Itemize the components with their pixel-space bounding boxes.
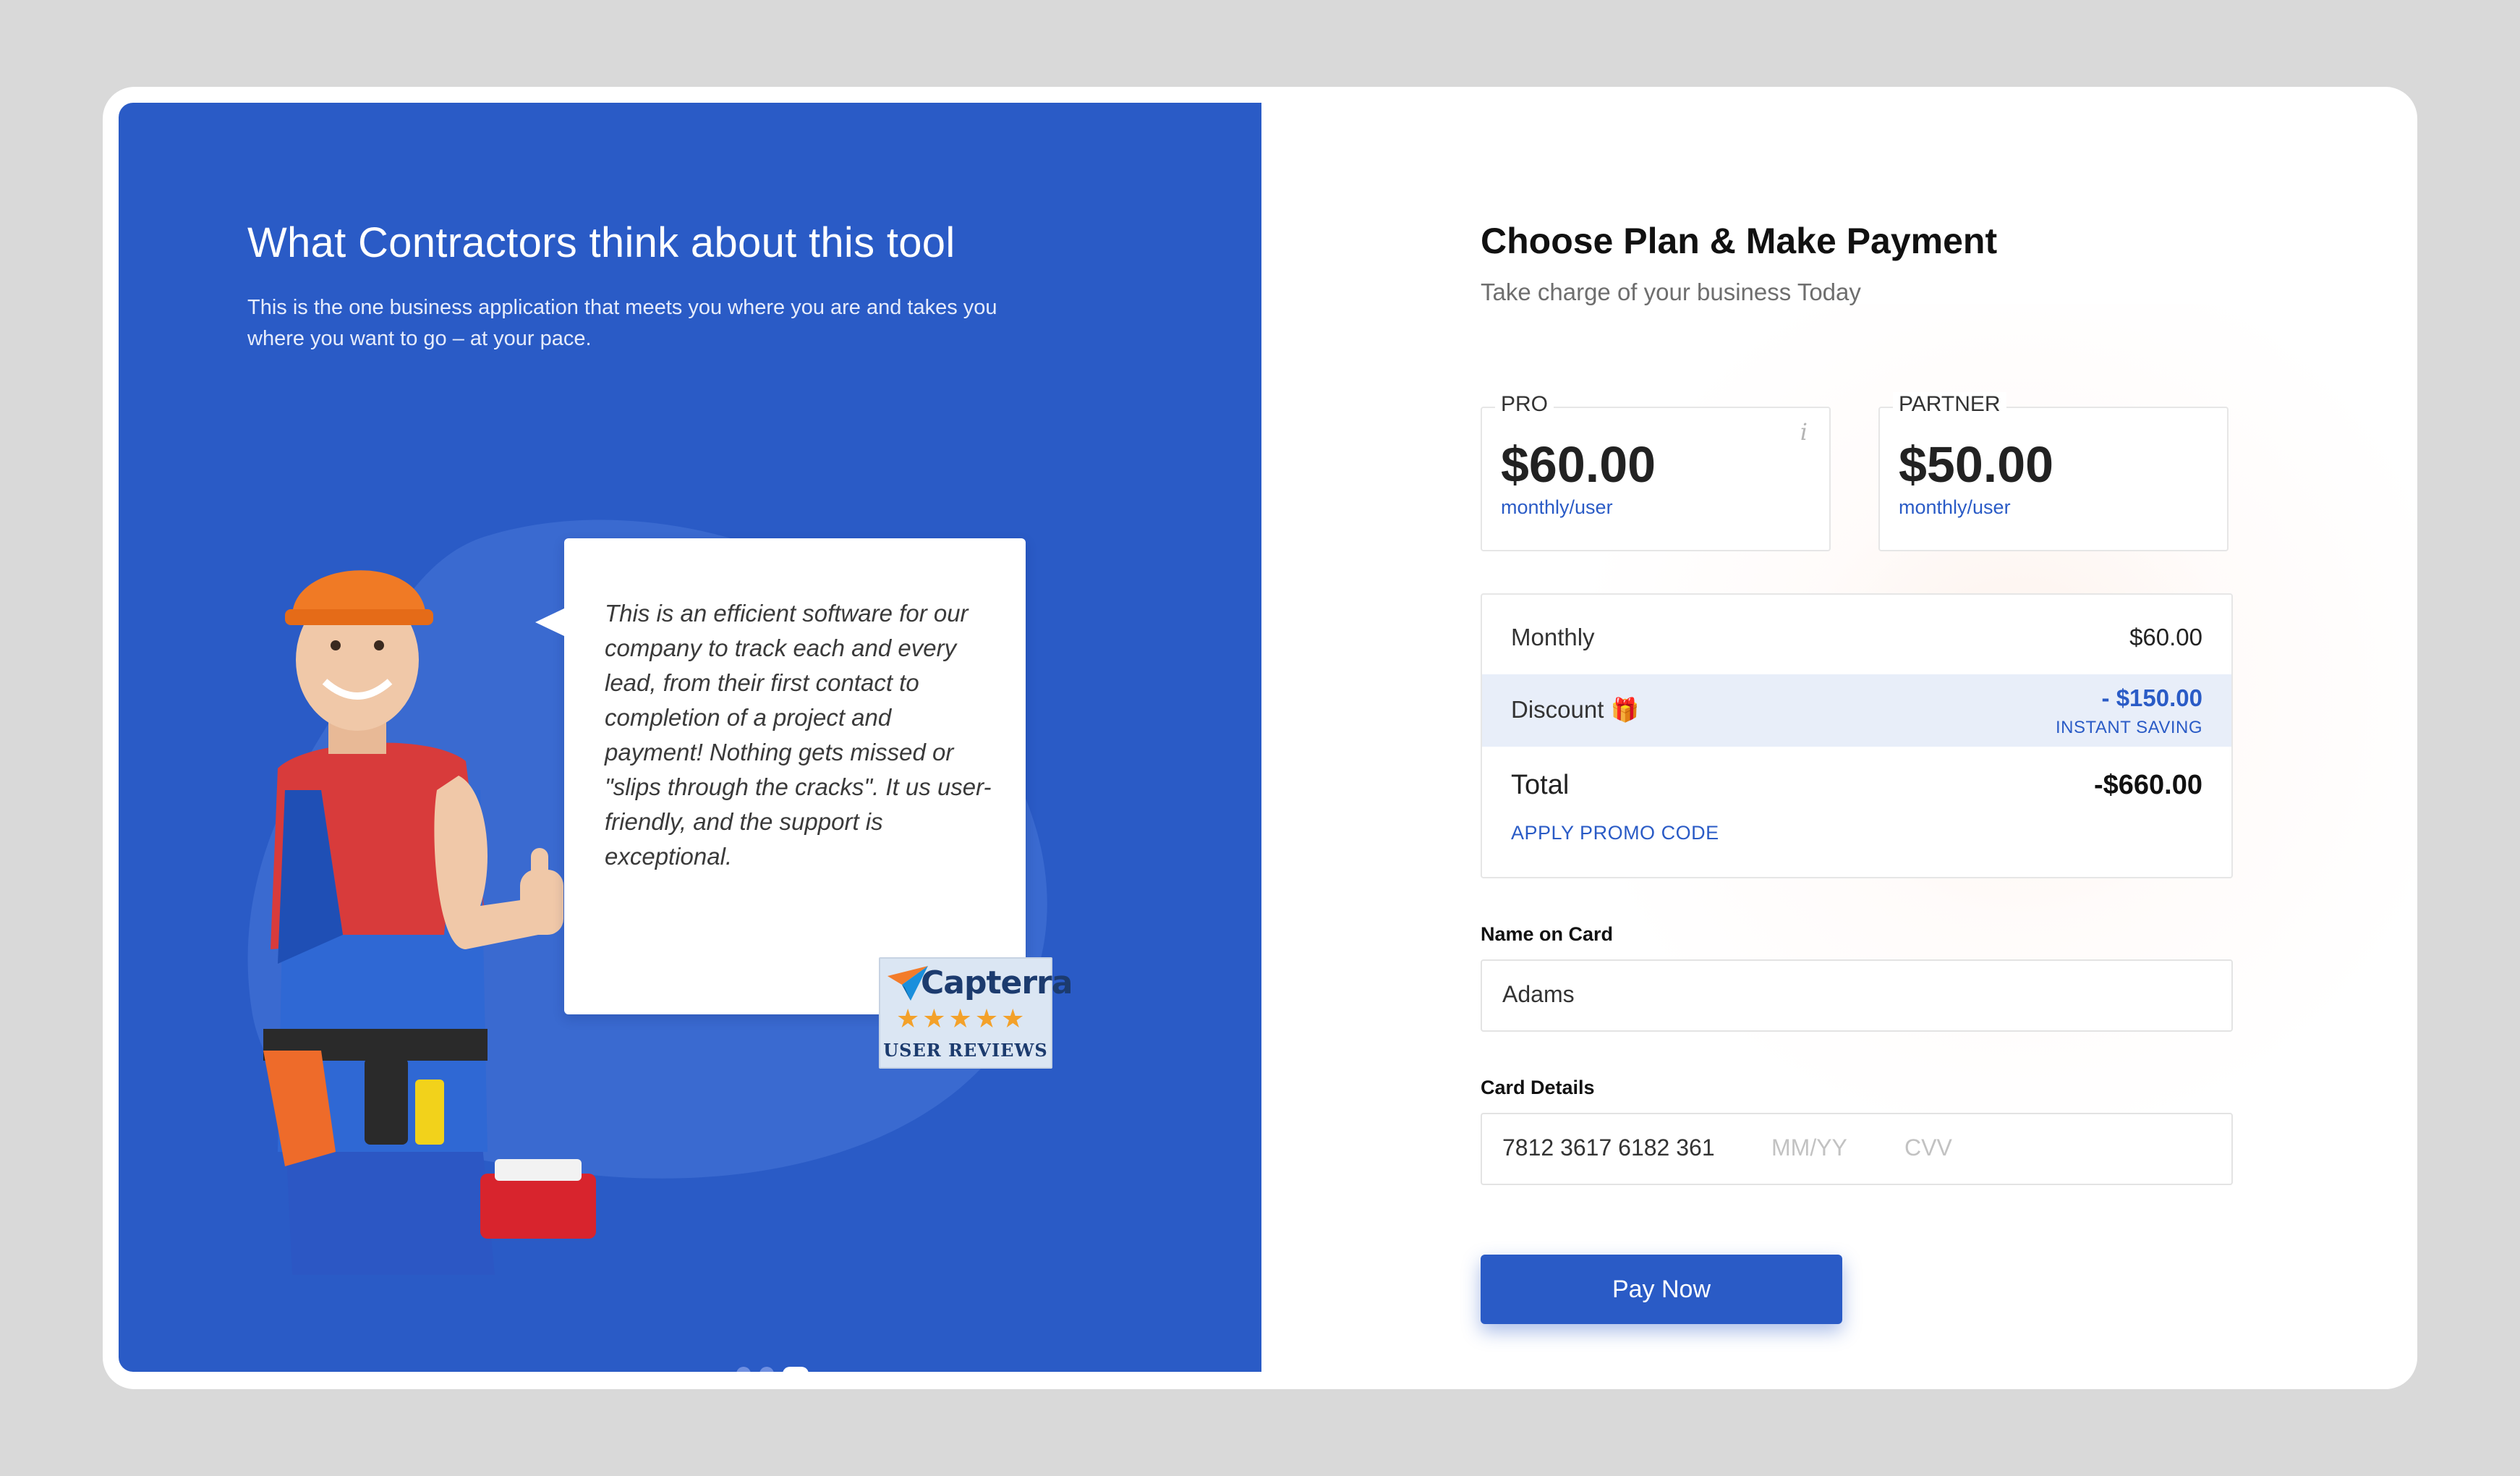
gift-icon: 🎁 — [1610, 697, 1640, 723]
card-number-input[interactable] — [1482, 1114, 1777, 1181]
card-cvv-input[interactable] — [1904, 1114, 2013, 1181]
card-expiry-input[interactable] — [1771, 1114, 1880, 1181]
plan-unit: monthly/user — [1899, 496, 2011, 518]
testimonial-subtitle: This is the one business application tha… — [247, 296, 997, 350]
testimonial-title: What Contractors think about this tool — [247, 219, 955, 266]
payment-card: What Contractors think about this tool T… — [103, 87, 2417, 1389]
carousel-dot[interactable] — [736, 1367, 751, 1372]
order-summary: Monthly $60.00 Discount 🎁 - $150.00 INST… — [1481, 593, 2233, 878]
testimonial-bubble: This is an efficient software for our co… — [535, 538, 1026, 1014]
bubble-tail — [535, 608, 566, 637]
total-label: Total — [1511, 770, 1570, 800]
testimonial-panel: What Contractors think about this tool T… — [119, 103, 1261, 1372]
pay-now-button[interactable]: Pay Now — [1481, 1255, 1842, 1324]
discount-label: Discount — [1511, 696, 1604, 723]
info-icon[interactable]: i — [1800, 418, 1808, 446]
plan-label: PRO — [1495, 392, 1554, 417]
plan-price: $50.00 — [1899, 436, 2054, 493]
plan-pro[interactable]: PRO $60.00 monthly/user i — [1481, 392, 1831, 551]
monthly-label: Monthly — [1511, 624, 1595, 650]
capterra-brand: Capterra — [921, 964, 1073, 1001]
plan-partner[interactable]: PARTNER $50.00 monthly/user — [1878, 392, 2229, 551]
card-details-field — [1481, 1113, 2233, 1185]
carousel-dot-active[interactable] — [783, 1367, 809, 1372]
name-on-card-label: Name on Card — [1481, 923, 1614, 945]
star-rating: ★★★★★ — [896, 1004, 1028, 1033]
carousel-dots — [736, 1367, 809, 1372]
monthly-value: $60.00 — [2129, 624, 2202, 650]
discount-label-group: Discount 🎁 — [1511, 696, 1639, 724]
discount-row: Discount 🎁 - $150.00 INSTANT SAVING — [1482, 674, 2231, 747]
card-details-label: Card Details — [1481, 1077, 1595, 1098]
name-on-card-input[interactable] — [1482, 961, 2226, 1027]
carousel-dot[interactable] — [759, 1367, 774, 1372]
plan-unit: monthly/user — [1501, 496, 1613, 518]
discount-value: - $150.00 — [2101, 684, 2202, 711]
instant-saving-note: INSTANT SAVING — [2055, 718, 2202, 737]
capterra-badge[interactable]: Capterra ★★★★★ USER REVIEWS — [879, 957, 1073, 1069]
plan-price: $60.00 — [1501, 436, 1656, 493]
page-subtitle: Take charge of your business Today — [1481, 279, 1861, 305]
name-on-card-field — [1481, 959, 2233, 1032]
testimonial-quote: This is an efficient software for our co… — [605, 600, 992, 870]
total-value: -$660.00 — [2093, 770, 2202, 800]
page-title: Choose Plan & Make Payment — [1481, 221, 1998, 261]
plan-label: PARTNER — [1893, 392, 2006, 417]
apply-promo-link[interactable]: APPLY PROMO CODE — [1511, 822, 1719, 844]
capterra-label: USER REVIEWS — [883, 1040, 1048, 1061]
